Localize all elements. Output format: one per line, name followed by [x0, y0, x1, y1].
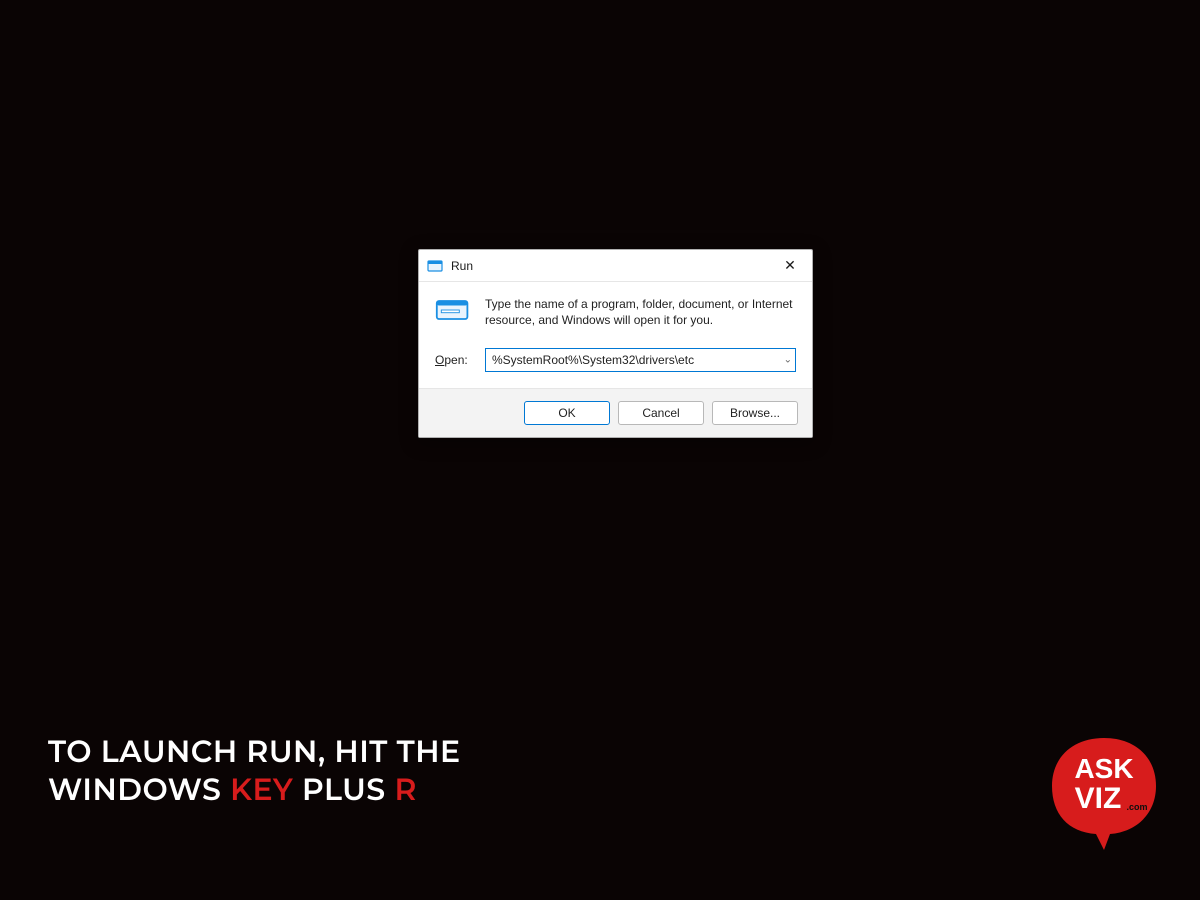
- open-label: Open:: [435, 353, 473, 367]
- cancel-button[interactable]: Cancel: [618, 401, 704, 425]
- caption-line-2: WINDOWS KEY PLUS R: [48, 771, 461, 809]
- ok-button[interactable]: OK: [524, 401, 610, 425]
- browse-button[interactable]: Browse...: [712, 401, 798, 425]
- titlebar[interactable]: Run ✕: [419, 250, 812, 282]
- instruction-caption: TO LAUNCH RUN, HIT THE WINDOWS KEY PLUS …: [48, 733, 461, 808]
- brand-line1: ASK: [1074, 753, 1133, 784]
- close-button[interactable]: ✕: [778, 254, 802, 278]
- caption-line-1: TO LAUNCH RUN, HIT THE: [48, 733, 461, 771]
- run-app-icon: [427, 258, 443, 274]
- caption-seg-plus: PLUS: [293, 771, 394, 808]
- run-dialog: Run ✕ Type the name of a program, folder…: [418, 249, 813, 438]
- close-icon: ✕: [784, 257, 796, 274]
- button-bar: OK Cancel Browse...: [419, 388, 812, 437]
- brand-line2: VIZ: [1075, 782, 1122, 815]
- askviz-badge: ASK VIZ .com: [1044, 732, 1164, 852]
- dialog-description: Type the name of a program, folder, docu…: [485, 296, 796, 328]
- open-input[interactable]: [485, 348, 796, 372]
- run-large-icon: [435, 296, 471, 324]
- dialog-title: Run: [451, 259, 778, 273]
- dialog-body: Type the name of a program, folder, docu…: [419, 282, 812, 388]
- caption-seg-windows: WINDOWS: [48, 771, 230, 808]
- caption-seg-r: R: [394, 771, 416, 808]
- brand-dotcom: .com: [1126, 802, 1147, 812]
- caption-seg-key: KEY: [230, 771, 293, 808]
- open-combobox[interactable]: ⌄: [485, 348, 796, 372]
